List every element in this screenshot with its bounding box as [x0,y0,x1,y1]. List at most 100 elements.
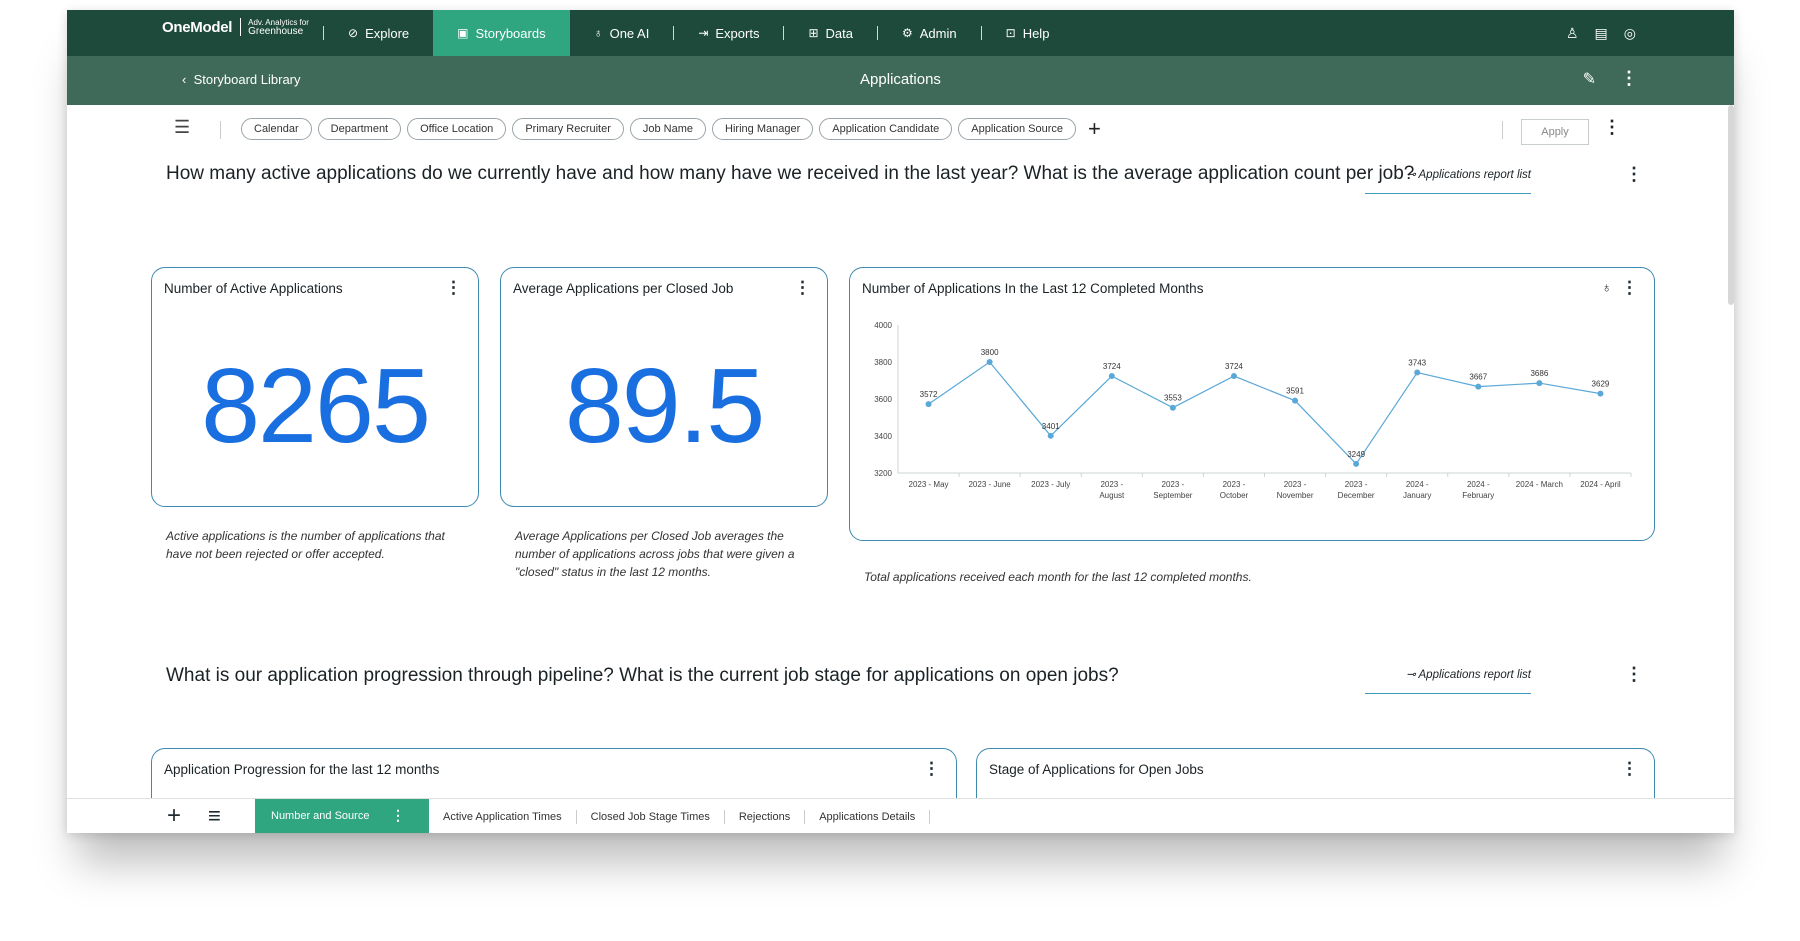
filter-chip-hiring-manager[interactable]: Hiring Manager [712,118,814,140]
filter-bar: ☰ Calendar Department Office Location Pr… [67,105,1734,155]
active-applications-card: Number of Active Applications ⋮ 8265 [151,267,479,507]
report-list-link[interactable]: ⊸ Applications report list [1365,667,1531,694]
x-tick-label: November [1277,491,1314,500]
filter-chip-application-source[interactable]: Application Source [958,118,1076,140]
y-tick-label: 3800 [874,358,892,367]
logo[interactable]: OneModel Adv. Analytics for Greenhouse [162,18,309,37]
nav-help[interactable]: ⊡ Help [982,10,1074,56]
x-tick-label: August [1099,491,1125,500]
more-vertical-icon[interactable]: ⋮ [1625,664,1643,685]
more-vertical-icon[interactable]: ⋮ [1621,759,1638,779]
data-point [1230,373,1237,380]
more-vertical-icon[interactable]: ⋮ [391,807,405,824]
help-icon: ⊡ [1005,26,1016,40]
y-tick-label: 4000 [874,321,892,330]
gear-icon: ⚙ [902,26,913,40]
filter-chip-department[interactable]: Department [317,118,402,140]
nav-exports[interactable]: ⇥ Exports [674,10,783,56]
card-title: Number of Active Applications [164,281,343,296]
menu-icon[interactable]: ≡ [208,803,221,829]
x-tick-label: 2024 - [1406,480,1429,489]
x-tick-label: February [1462,491,1494,500]
x-tick-label: 2023 - [1284,480,1307,489]
filter-chip-application-candidate[interactable]: Application Candidate [819,118,953,140]
users-icon[interactable]: ♙ [1566,25,1579,42]
tab-closed-job-stage-times[interactable]: Closed Job Stage Times [577,809,725,824]
more-vertical-icon[interactable]: ⋮ [1603,117,1621,138]
section-question: What is our application progression thro… [166,665,1119,686]
export-icon: ⇥ [698,26,709,40]
nav-storyboards[interactable]: ▣ Storyboards [433,10,570,56]
nav-one-ai[interactable]: ♁ One AI [570,10,674,56]
metric-value: 89.5 [564,347,765,465]
data-label: 3591 [1286,387,1304,396]
more-vertical-icon[interactable]: ⋮ [445,278,462,298]
data-label: 3553 [1164,394,1182,403]
top-nav: OneModel Adv. Analytics for Greenhouse ⊘… [67,10,1734,56]
more-vertical-icon[interactable]: ⋮ [1620,68,1638,89]
add-filter-icon[interactable]: + [1088,118,1101,140]
apply-button[interactable]: Apply [1521,119,1589,145]
data-label: 3743 [1408,359,1426,368]
data-point [1108,373,1115,380]
tab-rejections[interactable]: Rejections [725,809,806,824]
data-label: 3249 [1347,450,1365,459]
app-window: OneModel Adv. Analytics for Greenhouse ⊘… [67,10,1734,833]
compass-icon: ⊘ [348,26,359,40]
filter-chip-calendar[interactable]: Calendar [241,118,312,140]
insight-lightbulb-icon[interactable]: ♁ [1602,279,1613,295]
x-tick-label: 2023 - [1223,480,1246,489]
link-icon: ⊸ [1406,169,1419,181]
nav-admin[interactable]: ⚙ Admin [878,10,981,56]
filter-chip-office-location[interactable]: Office Location [407,118,507,140]
x-tick-label: 2023 - June [968,480,1011,489]
chart-caption: Total applications received each month f… [864,570,1252,584]
lightbulb-icon: ♁ [593,26,603,40]
add-tab-icon[interactable]: + [167,802,181,830]
tab-list: Active Application Times Closed Job Stag… [429,799,931,833]
data-label: 3686 [1530,369,1548,378]
more-vertical-icon[interactable]: ⋮ [1621,278,1638,298]
card-title: Number of Applications In the Last 12 Co… [862,281,1204,296]
report-list-link[interactable]: ⊸ Applications report list [1365,167,1531,194]
filter-chip-primary-recruiter[interactable]: Primary Recruiter [512,118,624,140]
scrollbar[interactable] [1728,105,1734,305]
link-icon: ⊸ [1406,669,1419,681]
x-tick-label: 2023 - May [909,480,949,489]
data-point [1536,380,1543,387]
x-tick-label: 2023 - [1345,480,1368,489]
data-label: 3572 [920,390,938,399]
data-point [1353,460,1360,467]
more-vertical-icon[interactable]: ⋮ [1625,164,1643,185]
x-tick-label: 2023 - July [1031,480,1070,489]
data-point [1414,369,1421,376]
data-label: 3724 [1225,362,1243,371]
nav-data[interactable]: ⊞ Data [784,10,877,56]
tab-number-and-source[interactable]: Number and Source ⋮ [255,799,429,833]
more-vertical-icon[interactable]: ⋮ [923,759,940,779]
data-point [925,401,932,408]
line-chart: 3200 3400 3600 3800 4000 2023 - May 2023 - Jun… [874,321,1632,500]
data-label: 3629 [1592,380,1610,389]
section-question: How many active applications do we curre… [166,163,1415,184]
filter-chip-job-name[interactable]: Job Name [629,118,707,140]
data-point [1047,432,1054,439]
data-label: 3724 [1103,362,1121,371]
logo-mark: OneModel [162,18,233,36]
data-point [1169,404,1176,411]
x-tick-label: December [1338,491,1375,500]
storyboard-icon: ▣ [457,26,469,40]
metric-value: 8265 [201,347,431,465]
more-vertical-icon[interactable]: ⋮ [794,278,811,298]
media-icon[interactable]: ▤ [1595,25,1608,42]
storyboard-header: ‹ Storyboard Library Applications ✎ ⋮ [67,56,1734,105]
applications-chart-card: Number of Applications In the Last 12 Co… [849,267,1655,541]
pencil-icon[interactable]: ✎ [1583,69,1596,89]
account-icon[interactable]: ◎ [1624,25,1636,42]
tab-applications-details[interactable]: Applications Details [805,809,931,824]
tab-active-application-times[interactable]: Active Application Times [429,809,577,824]
filter-list-icon[interactable]: ☰ [174,117,190,138]
avg-applications-card: Average Applications per Closed Job ⋮ 89… [500,267,828,507]
x-tick-label: 2024 - April [1580,480,1621,489]
nav-explore[interactable]: ⊘ Explore [324,10,433,56]
